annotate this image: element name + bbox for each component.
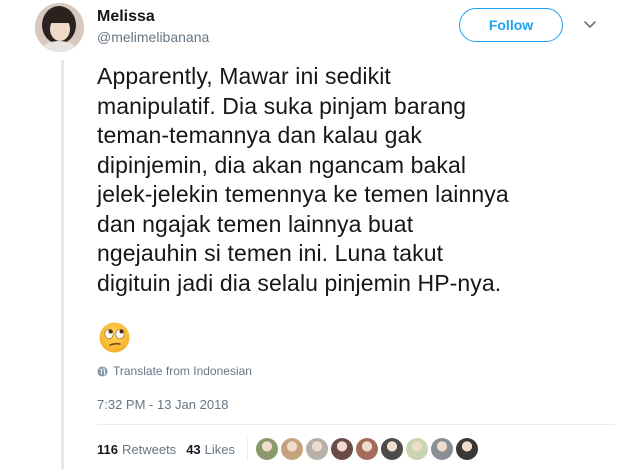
liker-avatar[interactable] (331, 438, 354, 460)
tweet-line: ngejauhin si temen ini. Luna takut (97, 240, 444, 266)
tweet-line: Apparently, Mawar ini sedikit (97, 63, 391, 89)
user-name[interactable]: Melissa (97, 8, 155, 26)
tweet-line: teman-temannya dan kalau gak (97, 122, 423, 148)
tweet-line: dipinjemin, dia akan ngancam bakal (97, 151, 467, 178)
liker-avatar[interactable] (306, 438, 329, 460)
likes-count: 43 (186, 441, 201, 457)
liker-avatar[interactable] (381, 438, 404, 460)
liker-avatar[interactable] (281, 438, 304, 460)
retweets-stat[interactable]: 116 Retweets (97, 442, 176, 457)
divider (97, 424, 615, 425)
tweet-line: digituin jadi dia selalu pinjemin HP-nya… (97, 269, 502, 296)
liker-avatar[interactable] (456, 438, 479, 460)
liker-avatar[interactable] (431, 438, 454, 460)
stats-separator (247, 438, 249, 460)
likes-stat[interactable]: 43 Likes (186, 442, 235, 457)
liker-avatar[interactable] (406, 438, 429, 460)
follow-button[interactable]: Follow (459, 8, 563, 42)
liker-avatars (256, 438, 479, 460)
user-handle[interactable]: @melimelibanana (97, 29, 209, 45)
tweet-line: jelek-jelekin temennya ke temen lainnya (97, 181, 509, 207)
translate-label[interactable]: Translate from Indonesian (113, 364, 252, 378)
tweet-line: manipulatif. Dia suka pinjam barang (97, 92, 467, 119)
retweets-label: Retweets (121, 441, 177, 457)
tweet-line: dan ngajak temen lainnya buat (97, 210, 414, 237)
avatar[interactable] (35, 3, 84, 52)
retweets-count: 116 (97, 441, 118, 457)
globe-icon (97, 365, 108, 377)
tweet-stats: 116 Retweets 43 Likes (97, 438, 479, 460)
likes-label: Likes (204, 441, 236, 457)
chevron-down-icon[interactable] (580, 14, 600, 34)
tweet-text: Apparently, Mawar ini sedikit manipulati… (97, 62, 617, 298)
tweet-timestamp[interactable]: 7:32 PM - 13 Jan 2018 (97, 397, 229, 412)
translate-link[interactable]: Translate from Indonesian (97, 364, 252, 378)
liker-avatar[interactable] (356, 438, 379, 460)
liker-avatar[interactable] (256, 438, 279, 460)
rolling-eyes-emoji-icon (99, 322, 130, 353)
thread-line (61, 60, 64, 469)
